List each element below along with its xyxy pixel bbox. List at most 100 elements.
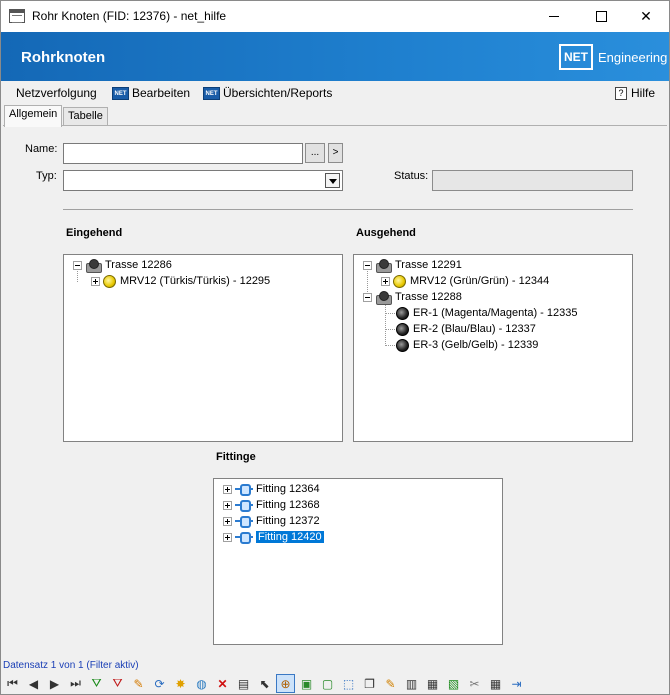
- filter-add-icon[interactable]: ⛛: [87, 674, 106, 693]
- tree-node-label: ER-3 (Gelb/Gelb) - 12339: [413, 339, 539, 351]
- menu-bearbeiten[interactable]: NET Bearbeiten: [112, 86, 190, 100]
- go-button[interactable]: >: [328, 143, 343, 163]
- tree-node-label: Fitting 12364: [256, 483, 320, 495]
- globe-icon[interactable]: ◍: [192, 674, 211, 693]
- tab-strip: Allgemein Tabelle: [1, 105, 669, 127]
- name-input[interactable]: [63, 143, 303, 164]
- brand-logo: NET Engineering: [559, 43, 667, 71]
- tree-node-label: MRV12 (Grün/Grün) - 12344: [410, 275, 550, 287]
- edit-icon[interactable]: ✎: [129, 674, 148, 693]
- app-name: Rohrknoten: [21, 49, 106, 66]
- tab-tabelle[interactable]: Tabelle: [63, 107, 108, 126]
- menu-bearbeiten-label: Bearbeiten: [132, 86, 191, 100]
- fittinge-tree[interactable]: Fitting 12364 Fitting 12368 Fitting 1237…: [213, 478, 503, 645]
- tree-node[interactable]: MRV12 (Türkis/Türkis) - 12295: [91, 273, 270, 289]
- tree-node-label: Fitting 12372: [256, 515, 320, 527]
- tree-node[interactable]: Fitting 12372: [223, 513, 320, 529]
- tree-connector: [385, 345, 395, 346]
- window-icon: [9, 9, 25, 23]
- yellow-tube-icon: [393, 274, 406, 288]
- black-tube-icon: [396, 322, 409, 336]
- form-divider: [63, 209, 633, 210]
- menu-uebersichten[interactable]: NET Übersichten/Reports: [203, 86, 332, 100]
- tree-node-label: Fitting 12420: [256, 531, 324, 543]
- report-icon[interactable]: ▥: [402, 674, 421, 693]
- last-record-icon[interactable]: ⏭: [66, 674, 85, 693]
- tree-node[interactable]: Fitting 12368: [223, 497, 320, 513]
- layer-icon[interactable]: ▢: [318, 674, 337, 693]
- report-add-icon[interactable]: ▧: [444, 674, 463, 693]
- app-window: Rohr Knoten (FID: 12376) - net_hilfe ✕ R…: [0, 0, 670, 695]
- cut-icon[interactable]: ✂: [465, 674, 484, 693]
- tree-node-label: Trasse 12288: [395, 291, 462, 303]
- note-icon[interactable]: ✎: [381, 674, 400, 693]
- tree-node[interactable]: ER-2 (Blau/Blau) - 12337: [396, 321, 536, 337]
- copy-icon[interactable]: ❐: [360, 674, 379, 693]
- menu-hilfe-label: Hilfe: [631, 86, 656, 100]
- tree-node-selected[interactable]: Fitting 12420: [223, 529, 324, 545]
- tree-node-label: ER-2 (Blau/Blau) - 12337: [413, 323, 536, 335]
- tab-allgemein[interactable]: Allgemein: [4, 105, 63, 127]
- tree-node-label: Trasse 12291: [395, 259, 462, 271]
- expand-icon[interactable]: [223, 500, 232, 510]
- new-icon[interactable]: ✸: [171, 674, 190, 693]
- collapse-icon[interactable]: [363, 260, 372, 270]
- typ-select[interactable]: [63, 170, 343, 191]
- table-icon[interactable]: ▦: [486, 674, 505, 693]
- delete-icon[interactable]: ✕: [213, 674, 232, 693]
- status-label: Status:: [394, 170, 429, 182]
- browse-button[interactable]: ...: [305, 143, 325, 163]
- net-icon: NET: [112, 86, 129, 100]
- collapse-icon[interactable]: [363, 292, 372, 302]
- close-button[interactable]: ✕: [623, 1, 669, 32]
- first-record-icon[interactable]: ⏮: [3, 674, 22, 693]
- menu-hilfe[interactable]: ? Hilfe: [615, 86, 655, 100]
- black-tube-icon: [396, 306, 409, 320]
- expand-icon[interactable]: [381, 276, 390, 286]
- chevron-down-icon[interactable]: [325, 173, 340, 188]
- expand-icon[interactable]: [223, 532, 232, 542]
- expand-icon[interactable]: [223, 516, 232, 526]
- tree-node[interactable]: Fitting 12364: [223, 481, 320, 497]
- brand-box: NET: [559, 44, 593, 70]
- menu-netzverfolgung-label: Netzverfolgung: [16, 86, 97, 100]
- yellow-tube-icon: [103, 274, 116, 288]
- tree-node-label: ER-1 (Magenta/Magenta) - 12335: [413, 307, 578, 319]
- ausgehend-tree[interactable]: Trasse 12291 MRV12 (Grün/Grün) - 12344 T…: [353, 254, 633, 442]
- print-icon[interactable]: ▤: [234, 674, 253, 693]
- selection-frame-icon[interactable]: ⬚: [339, 674, 358, 693]
- menu-bar: Netzverfolgung NET Bearbeiten NET Übersi…: [1, 81, 669, 105]
- select-icon[interactable]: ⬉: [255, 674, 274, 693]
- tree-node[interactable]: MRV12 (Grün/Grün) - 12344: [381, 273, 549, 289]
- expand-icon[interactable]: [223, 484, 232, 494]
- eingehend-tree[interactable]: Trasse 12286 MRV12 (Türkis/Türkis) - 122…: [63, 254, 343, 442]
- bottom-toolbar: ⏮ ◀ ▶ ⏭ ⛛ ⛛ ✎ ⟳ ✸ ◍ ✕ ▤ ⬉ ⊕ ▣ ▢ ⬚ ❐ ✎ ▥ …: [3, 673, 667, 694]
- name-label: Name:: [25, 143, 58, 155]
- expand-icon[interactable]: [91, 276, 100, 286]
- tree-node[interactable]: ER-3 (Gelb/Gelb) - 12339: [396, 337, 538, 353]
- report-icon[interactable]: ▦: [423, 674, 442, 693]
- refresh-icon[interactable]: ⟳: [150, 674, 169, 693]
- next-record-icon[interactable]: ▶: [45, 674, 64, 693]
- zoom-icon[interactable]: ⊕: [276, 674, 295, 693]
- export-icon[interactable]: ⇥: [507, 674, 526, 693]
- black-tube-icon: [396, 338, 409, 352]
- menu-netzverfolgung[interactable]: Netzverfolgung: [16, 86, 97, 100]
- previous-record-icon[interactable]: ◀: [24, 674, 43, 693]
- maximize-button[interactable]: [578, 1, 624, 32]
- layer-icon[interactable]: ▣: [297, 674, 316, 693]
- tree-node[interactable]: ER-1 (Magenta/Magenta) - 12335: [396, 305, 577, 321]
- header-banner: Rohrknoten NET Engineering: [1, 32, 669, 81]
- tree-node[interactable]: Trasse 12291: [363, 257, 462, 273]
- typ-label: Typ:: [36, 170, 57, 182]
- window-title: Rohr Knoten (FID: 12376) - net_hilfe: [32, 9, 227, 23]
- tree-node[interactable]: Trasse 12286: [73, 257, 172, 273]
- collapse-icon[interactable]: [73, 260, 82, 270]
- minimize-button[interactable]: [531, 1, 577, 32]
- trasse-icon: [375, 258, 392, 273]
- tree-node[interactable]: Trasse 12288: [363, 289, 462, 305]
- net-icon: NET: [203, 86, 220, 100]
- record-status: Datensatz 1 von 1 (Filter aktiv): [3, 660, 139, 671]
- fitting-icon: [235, 483, 253, 496]
- filter-remove-icon[interactable]: ⛛: [108, 674, 127, 693]
